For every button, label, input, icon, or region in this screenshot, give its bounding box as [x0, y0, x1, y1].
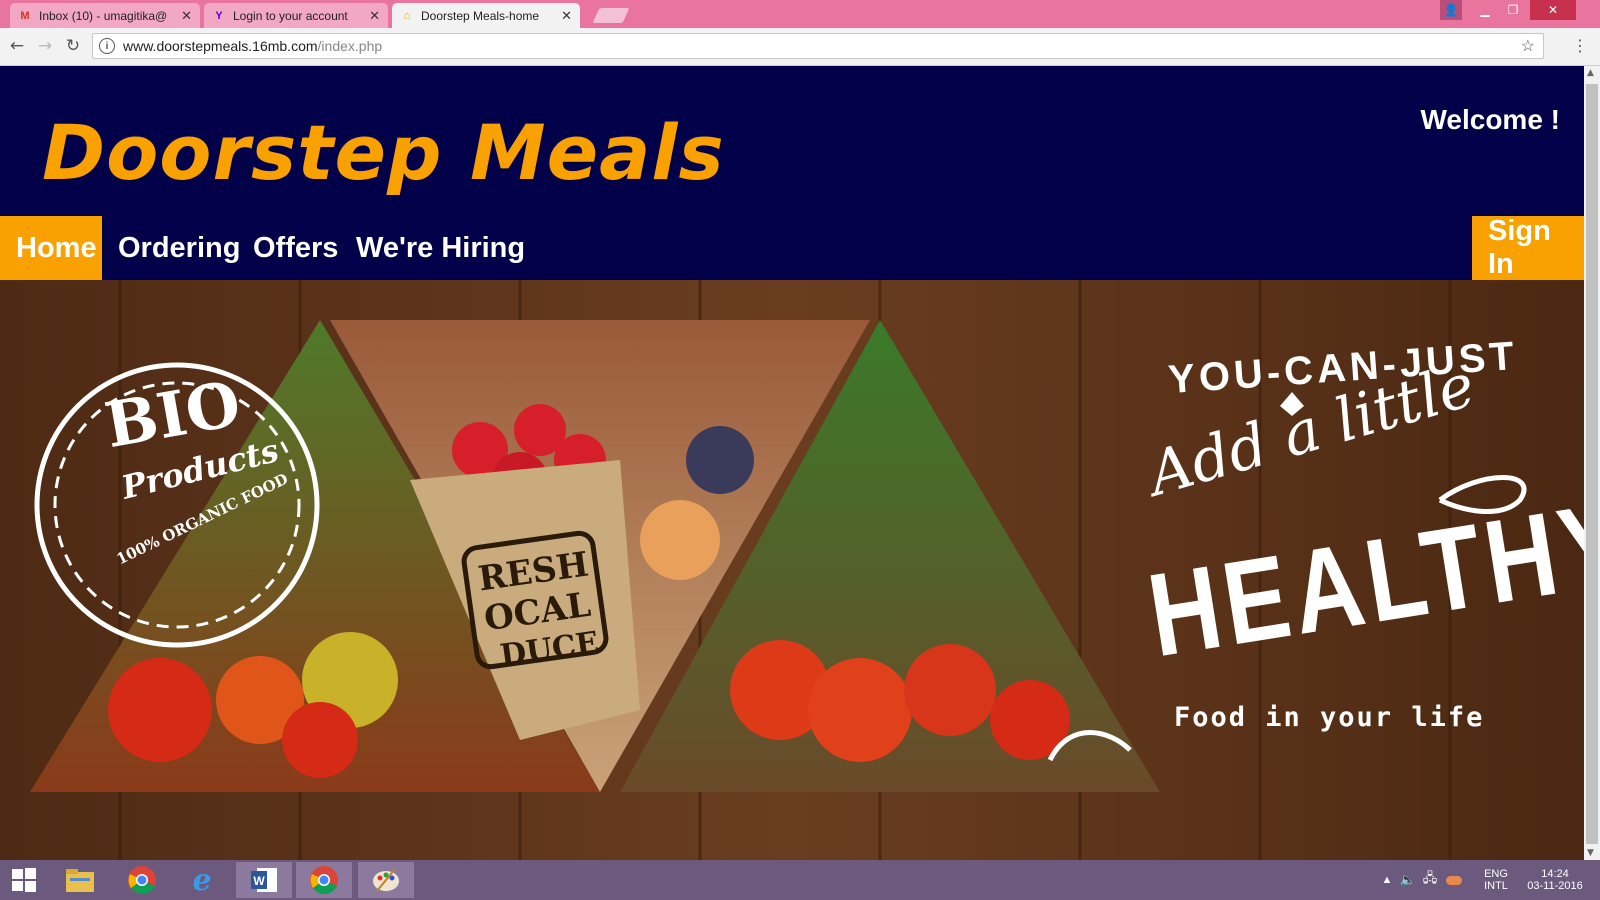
restore-icon[interactable]: ❐: [1502, 0, 1524, 20]
paint-icon[interactable]: [358, 862, 414, 898]
close-icon[interactable]: ✕: [561, 8, 572, 24]
user-icon[interactable]: 👤: [1440, 0, 1462, 20]
web-page: Doorstep Meals Welcome ! Home Ordering O…: [0, 66, 1584, 860]
clock-date: 03-11-2016: [1527, 880, 1583, 892]
url-host: www.doorstepmeals.16mb.com: [123, 38, 318, 54]
nav-offers[interactable]: Offers: [237, 216, 354, 280]
tab-doorstep[interactable]: ⌂ Doorstep Meals-home ✕: [392, 3, 580, 28]
chrome-icon[interactable]: [114, 862, 170, 898]
forward-icon[interactable]: →: [34, 35, 56, 57]
site-icon: ⌂: [403, 9, 411, 22]
address-bar[interactable]: i www.doorstepmeals.16mb.com/index.php ☆: [92, 33, 1544, 59]
yahoo-icon: Y: [215, 9, 223, 22]
sign-in-button[interactable]: Sign In: [1472, 215, 1584, 280]
site-header: Doorstep Meals Welcome !: [0, 66, 1584, 216]
battery-icon[interactable]: [1444, 860, 1464, 900]
site-logo[interactable]: Doorstep Meals: [42, 108, 725, 197]
lang-secondary: INTL: [1484, 880, 1508, 892]
tab-login[interactable]: Y Login to your account ✕: [204, 3, 388, 28]
gmail-icon: M: [20, 9, 30, 22]
language-indicator[interactable]: ENG INTL: [1476, 860, 1516, 900]
network-icon[interactable]: 🖧: [1422, 860, 1438, 900]
tab-gmail[interactable]: M Inbox (10) - umagitika@ ✕: [10, 3, 200, 28]
back-icon[interactable]: ←: [6, 35, 28, 57]
scrollbar-thumb[interactable]: [1586, 84, 1598, 844]
page-scrollbar[interactable]: ▲ ▼: [1584, 66, 1600, 860]
close-icon[interactable]: ✕: [369, 8, 380, 24]
tab-title: Login to your account: [233, 8, 348, 23]
chrome-active-icon[interactable]: [296, 862, 352, 898]
welcome-text: Welcome !: [1420, 104, 1560, 135]
hero-banner: BIO Products 100% ORGANIC FOOD RESH OCAL…: [0, 280, 1584, 860]
close-window-icon[interactable]: ✕: [1530, 0, 1576, 20]
word-icon[interactable]: W: [236, 862, 292, 898]
tray-overflow-icon[interactable]: ▲: [1380, 860, 1394, 900]
browser-toolbar: ← → ↻ i www.doorstepmeals.16mb.com/index…: [0, 28, 1600, 66]
browser-menu-icon[interactable]: ⋮: [1572, 36, 1588, 55]
windows-taskbar: e W ▲ 🔈 🖧 ENG INTL 14:24 03-11-2016: [0, 860, 1600, 900]
internet-explorer-icon[interactable]: e: [174, 862, 230, 898]
tab-title: Inbox (10) - umagitika@: [39, 8, 168, 23]
close-icon[interactable]: ✕: [181, 8, 192, 24]
main-nav: Home Ordering Offers We're Hiring Sign I…: [0, 215, 1584, 280]
clock-time: 14:24: [1541, 868, 1569, 880]
reload-icon[interactable]: ↻: [62, 35, 84, 57]
volume-icon[interactable]: 🔈: [1400, 860, 1416, 900]
nav-ordering[interactable]: Ordering: [102, 216, 256, 280]
tagline-food-in-your-life: Food in your life: [1174, 702, 1485, 733]
file-explorer-icon[interactable]: [52, 862, 108, 898]
scroll-up-icon[interactable]: ▲: [1587, 68, 1594, 78]
minimize-icon[interactable]: ▁: [1474, 0, 1496, 20]
bookmark-star-icon[interactable]: ☆: [1521, 36, 1535, 56]
scroll-down-icon[interactable]: ▼: [1587, 848, 1594, 858]
windows-start-icon[interactable]: [0, 862, 48, 898]
nav-home[interactable]: Home: [0, 216, 102, 280]
svg-text:W: W: [253, 874, 265, 888]
browser-tab-strip: M Inbox (10) - umagitika@ ✕ Y Login to y…: [0, 0, 1600, 28]
tab-title: Doorstep Meals-home: [421, 8, 540, 23]
nav-hiring[interactable]: We're Hiring: [340, 216, 541, 280]
info-icon[interactable]: i: [99, 38, 115, 54]
url-path: /index.php: [317, 38, 383, 54]
new-tab-button[interactable]: [592, 8, 630, 23]
clock[interactable]: 14:24 03-11-2016: [1520, 860, 1590, 900]
lang-primary: ENG: [1484, 868, 1508, 880]
